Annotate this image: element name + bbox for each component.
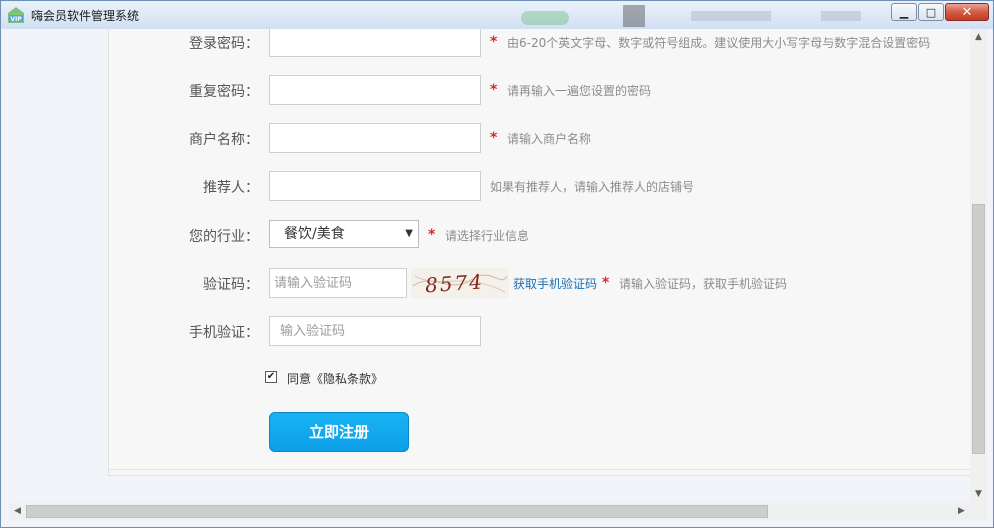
get-sms-code-link[interactable]: 获取手机验证码 bbox=[513, 275, 597, 292]
captcha-input[interactable] bbox=[269, 268, 407, 298]
minimize-icon: ▁ bbox=[899, 5, 909, 19]
captcha-hint: 请输入验证码，获取手机验证码 bbox=[619, 277, 788, 291]
close-button[interactable]: ✕ bbox=[945, 3, 989, 21]
sms-code-row: 手机验证： bbox=[109, 316, 970, 346]
app-window: VIP 嗨会员软件管理系统 ▁ □ ✕ 登录密码： * 由6-20个英文字母、数… bbox=[0, 0, 994, 528]
sms-code-input[interactable] bbox=[269, 316, 481, 346]
vip-logo-icon: VIP bbox=[8, 7, 24, 23]
captcha-text: 8574 bbox=[424, 269, 484, 297]
agreement-checkbox[interactable]: ✔ bbox=[265, 371, 277, 383]
sms-code-label: 手机验证： bbox=[189, 325, 259, 341]
register-form-panel: 登录密码： * 由6-20个英文字母、数字或符号组成。建议使用大小写字母与数字混… bbox=[108, 29, 970, 476]
merchant-name-hint: 请输入商户名称 bbox=[507, 132, 592, 146]
scrollbar-corner bbox=[970, 503, 987, 520]
horizontal-scrollbar[interactable]: ◀ ▶ bbox=[9, 503, 987, 520]
merchant-name-input[interactable] bbox=[269, 123, 481, 153]
register-button[interactable]: 立即注册 bbox=[269, 412, 409, 452]
merchant-name-label: 商户名称： bbox=[189, 132, 259, 148]
scroll-up-icon[interactable]: ▲ bbox=[970, 29, 987, 46]
close-icon: ✕ bbox=[961, 4, 973, 20]
referrer-row: 推荐人： 如果有推荐人，请输入推荐人的店铺号 bbox=[109, 171, 970, 201]
agreement-text[interactable]: 同意《隐私条款》 bbox=[287, 370, 383, 387]
captcha-label: 验证码： bbox=[203, 277, 259, 293]
maximize-icon: □ bbox=[925, 5, 937, 19]
captcha-image[interactable]: 8574 bbox=[411, 268, 509, 298]
vertical-scroll-thumb[interactable] bbox=[972, 204, 985, 454]
industry-select[interactable]: 餐饮/美食 ▼ bbox=[269, 220, 419, 248]
background-bleed bbox=[521, 5, 881, 27]
required-mark: * bbox=[490, 82, 498, 98]
industry-label: 您的行业： bbox=[189, 229, 259, 245]
confirm-password-label: 重复密码： bbox=[189, 84, 259, 100]
minimize-button[interactable]: ▁ bbox=[891, 3, 917, 21]
referrer-input[interactable] bbox=[269, 171, 481, 201]
vertical-scrollbar[interactable]: ▲ ▼ bbox=[970, 29, 987, 503]
password-hint: 由6-20个英文字母、数字或符号组成。建议使用大小写字母与数字混合设置密码 bbox=[507, 36, 931, 50]
required-mark: * bbox=[428, 227, 436, 243]
chevron-down-icon: ▼ bbox=[405, 228, 413, 239]
referrer-hint: 如果有推荐人，请输入推荐人的店铺号 bbox=[490, 180, 695, 194]
password-row: 登录密码： * 由6-20个英文字母、数字或符号组成。建议使用大小写字母与数字混… bbox=[109, 29, 970, 57]
content-area: 登录密码： * 由6-20个英文字母、数字或符号组成。建议使用大小写字母与数字混… bbox=[9, 29, 970, 503]
title-bar[interactable]: VIP 嗨会员软件管理系统 ▁ □ ✕ bbox=[1, 1, 993, 29]
industry-row: 您的行业： 餐饮/美食 ▼ * 请选择行业信息 bbox=[109, 220, 970, 250]
window-title: 嗨会员软件管理系统 bbox=[31, 9, 140, 23]
referrer-label: 推荐人： bbox=[203, 180, 259, 196]
window-controls: ▁ □ ✕ bbox=[890, 3, 989, 23]
confirm-password-row: 重复密码： * 请再输入一遍您设置的密码 bbox=[109, 75, 970, 105]
svg-text:VIP: VIP bbox=[10, 16, 22, 23]
required-mark: * bbox=[602, 275, 610, 291]
horizontal-scroll-thumb[interactable] bbox=[26, 505, 768, 518]
required-mark: * bbox=[490, 34, 498, 50]
required-mark: * bbox=[490, 130, 498, 146]
password-label: 登录密码： bbox=[189, 36, 259, 52]
confirm-password-hint: 请再输入一遍您设置的密码 bbox=[507, 84, 652, 98]
scroll-right-icon[interactable]: ▶ bbox=[953, 503, 970, 520]
scroll-down-icon[interactable]: ▼ bbox=[970, 486, 987, 503]
confirm-password-input[interactable] bbox=[269, 75, 481, 105]
scroll-left-icon[interactable]: ◀ bbox=[9, 503, 26, 520]
password-input[interactable] bbox=[269, 29, 481, 57]
merchant-name-row: 商户名称： * 请输入商户名称 bbox=[109, 123, 970, 153]
industry-hint: 请选择行业信息 bbox=[445, 229, 530, 243]
captcha-row: 验证码： 8574 获取手机验证码 * 请输入验证码，获取手机验证码 bbox=[109, 268, 970, 298]
maximize-button[interactable]: □ bbox=[918, 3, 944, 21]
industry-selected-value: 餐饮/美食 bbox=[284, 226, 345, 242]
divider bbox=[108, 469, 970, 470]
